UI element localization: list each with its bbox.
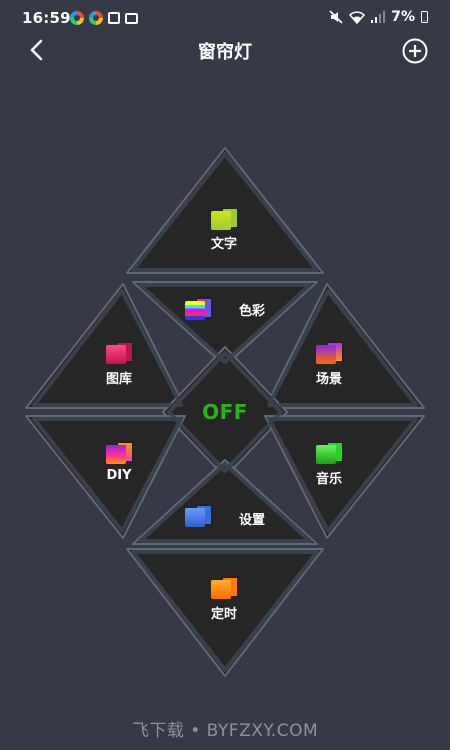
timer-mode-icon [211,576,239,599]
text-mode-label: 文字 [210,237,237,252]
settings-mode-label: 设置 [238,513,265,528]
music-mode-label: 音乐 [315,472,342,487]
gallery-mode-icon [106,341,134,364]
power-toggle[interactable]: OFF [185,400,265,424]
text-mode-icon [211,207,239,230]
music-mode-icon [316,441,344,464]
settings-mode-icon [185,504,213,527]
color-mode-icon [185,297,213,320]
scene-mode-icon [316,341,344,364]
diy-mode-icon [106,441,134,464]
diy-mode-label: DIY [106,468,132,483]
scene-mode-label: 场景 [315,372,342,387]
watermark: 飞下载 • BYFZXY.COM [131,721,319,741]
timer-mode-label: 定时 [210,607,237,622]
mode-diamond-panel [25,147,425,677]
color-mode-label: 色彩 [238,304,265,319]
gallery-mode-label: 图库 [105,372,132,387]
